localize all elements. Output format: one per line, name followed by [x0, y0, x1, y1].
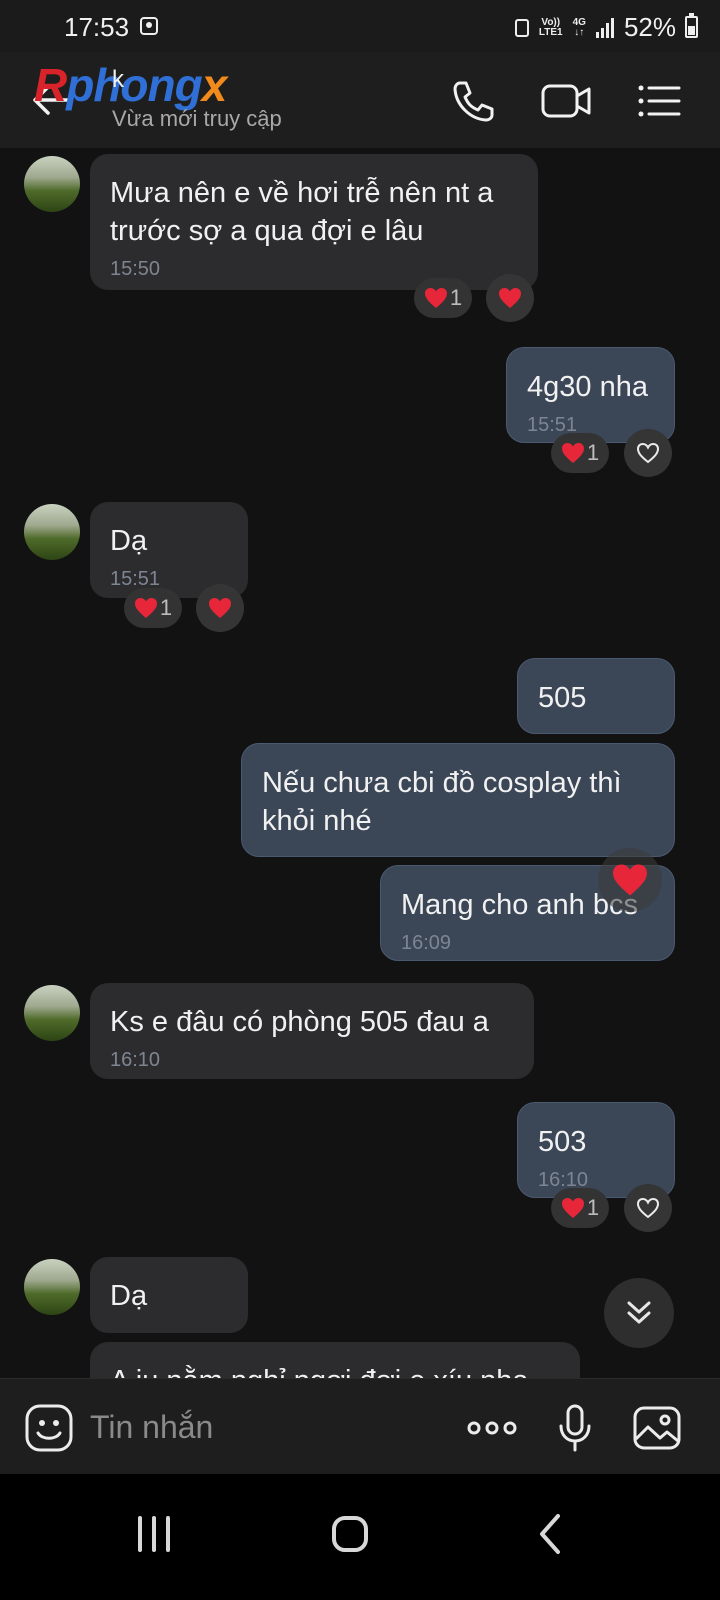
avatar[interactable]	[24, 156, 80, 212]
chat-header: Rphongx k Vừa mới truy cập	[0, 52, 720, 148]
system-navigation-bar	[0, 1474, 720, 1600]
message-list[interactable]: Mưa nên e về hơi trễ nên nt a trước sợ a…	[0, 148, 720, 1406]
reaction-summary[interactable]: 1	[551, 1188, 609, 1228]
message-text: Dạ	[110, 1280, 148, 1312]
heart-icon	[561, 1198, 584, 1218]
status-bar: 17:53 Vo)) LTE1 4G ↓↑ 52%	[0, 0, 720, 52]
contact-status: Vừa mới truy cập	[112, 106, 282, 131]
message-bubble-incoming[interactable]: Ks e đâu có phòng 505 đau a 16:10	[90, 983, 534, 1079]
message-input[interactable]	[90, 1401, 440, 1453]
reaction-summary[interactable]: 1	[551, 433, 609, 473]
message-text: Mưa nên e về hơi trễ nên nt a trước sợ a…	[110, 177, 494, 247]
image-gallery-icon[interactable]	[632, 1403, 682, 1453]
avatar[interactable]	[24, 1259, 80, 1315]
message-text: 505	[538, 682, 587, 714]
recent-apps-icon[interactable]	[124, 1504, 184, 1564]
message-text: 503	[538, 1126, 587, 1158]
menu-list-icon[interactable]	[636, 78, 682, 124]
network-type-indicator: 4G ↓↑	[572, 16, 586, 38]
react-button[interactable]	[624, 1184, 672, 1232]
scroll-to-bottom-button[interactable]	[604, 1278, 674, 1348]
home-icon[interactable]	[320, 1504, 380, 1564]
avatar[interactable]	[24, 504, 80, 560]
heart-icon	[613, 864, 647, 896]
status-indicators: Vo)) LTE1 4G ↓↑ 52%	[514, 12, 676, 43]
message-bubble-outgoing[interactable]: Nếu chưa cbi đồ cosplay thì khỏi nhé	[241, 743, 675, 857]
message-time: 16:10	[110, 1049, 161, 1071]
battery-icon	[685, 13, 698, 38]
emoji-icon[interactable]	[24, 1403, 74, 1453]
contact-name[interactable]: k	[112, 66, 124, 94]
heart-icon	[499, 288, 521, 308]
more-options-icon[interactable]	[466, 1403, 518, 1453]
reaction-summary[interactable]: 1	[414, 278, 472, 318]
back-icon[interactable]	[520, 1504, 580, 1564]
message-composer	[0, 1378, 720, 1474]
reaction-summary[interactable]: 1	[124, 588, 182, 628]
react-button[interactable]	[486, 274, 534, 322]
video-camera-icon[interactable]	[540, 78, 592, 124]
message-bubble-incoming[interactable]: Mưa nên e về hơi trễ nên nt a trước sợ a…	[90, 154, 538, 290]
message-text: Ks e đâu có phòng 505 đau a	[110, 1006, 489, 1038]
notification-icon	[140, 17, 158, 35]
react-button[interactable]	[624, 429, 672, 477]
double-chevron-down-icon	[627, 1301, 651, 1324]
microphone-icon[interactable]	[558, 1403, 592, 1453]
signal-icon	[595, 17, 614, 38]
react-button[interactable]	[196, 584, 244, 632]
heart-icon	[424, 288, 447, 308]
message-text: Nếu chưa cbi đồ cosplay thì khỏi nhé	[262, 767, 622, 837]
watermark-logo: Rphongx	[34, 59, 227, 111]
status-time: 17:53	[64, 12, 130, 42]
heart-outline-icon	[636, 1197, 660, 1219]
battery-percent: 52%	[623, 12, 676, 42]
message-text: Dạ	[110, 525, 148, 557]
message-bubble-outgoing[interactable]: 505	[517, 658, 675, 734]
reaction-animation	[598, 848, 662, 912]
heart-icon	[134, 598, 157, 618]
heart-outline-icon	[636, 442, 660, 464]
message-bubble-incoming[interactable]: Dạ	[90, 1257, 248, 1333]
message-text: 4g30 nha	[527, 371, 648, 403]
heart-icon	[209, 598, 231, 618]
volte-indicator: Vo)) LTE1	[538, 16, 563, 38]
heart-icon	[561, 443, 584, 463]
lock-icon	[514, 18, 529, 37]
avatar[interactable]	[24, 985, 80, 1041]
phone-icon[interactable]	[450, 78, 496, 124]
message-time: 16:09	[401, 932, 452, 954]
